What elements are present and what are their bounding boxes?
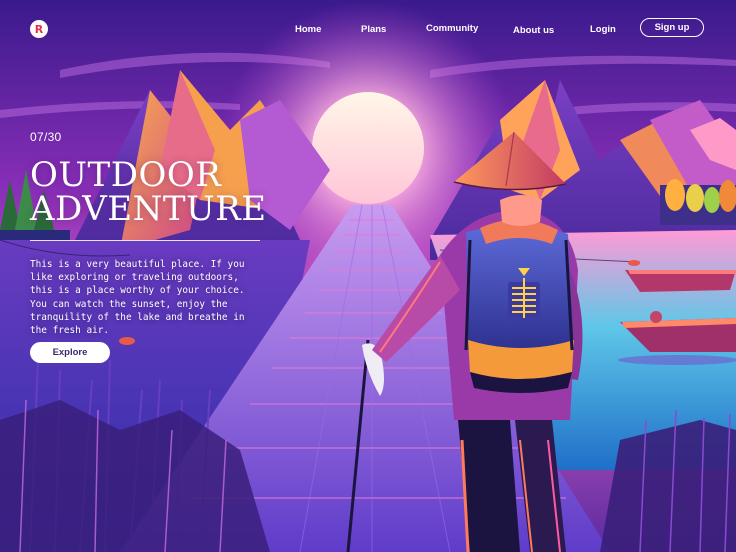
hero-description: This is a very beautiful place. If you l… <box>30 259 245 337</box>
brand-logo-icon[interactable]: R <box>30 20 48 38</box>
brand-logo-glyph: R <box>34 22 44 36</box>
nav-link-plans[interactable]: Plans <box>361 24 386 35</box>
title-divider <box>30 240 260 241</box>
explore-button[interactable]: Explore <box>30 342 110 363</box>
nav-link-login[interactable]: Login <box>590 24 616 35</box>
sign-up-button[interactable]: Sign up <box>640 18 704 37</box>
slide-counter: 07/30 <box>30 130 62 144</box>
nav-link-about-us[interactable]: About us <box>513 25 554 36</box>
hero-title: OUTDOOR ADVENTURE <box>30 158 267 226</box>
hero-title-line-2: ADVENTURE <box>30 189 267 229</box>
nav-link-community[interactable]: Community <box>426 23 478 34</box>
landing-page: R Home Plans Community About us Login Si… <box>0 0 736 552</box>
nav-link-home[interactable]: Home <box>295 24 321 35</box>
